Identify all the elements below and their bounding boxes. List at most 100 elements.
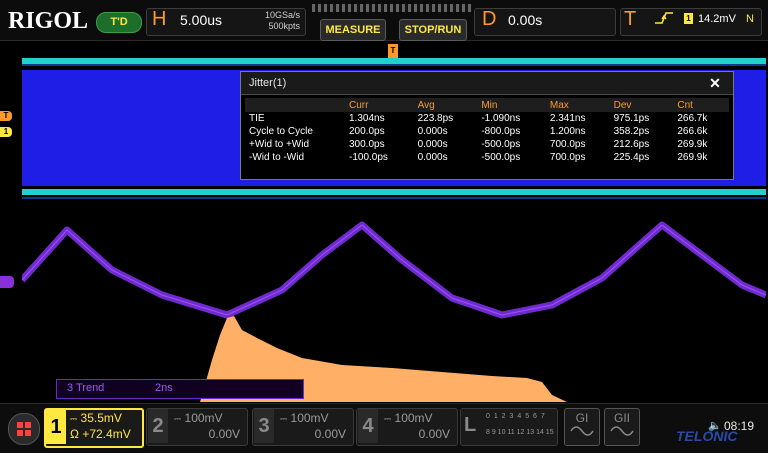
jitter-cell: -1.090ns <box>481 113 521 124</box>
jitter-column-header: Max <box>545 98 610 112</box>
jitter-column-header: Curr <box>345 98 414 112</box>
brand-logo: RIGOL <box>8 8 89 34</box>
trigger-position-indicator <box>312 4 472 12</box>
jitter-column-header: Min <box>477 98 546 112</box>
trigger-label: T <box>624 8 637 30</box>
jitter-cell: 1.304ns <box>349 113 385 124</box>
jitter-table-header: Curr Avg Min Max Dev Cnt <box>245 98 729 112</box>
delay-label: D <box>482 8 497 30</box>
stop-run-button[interactable]: STOP/RUN <box>399 19 467 41</box>
close-icon[interactable]: ✕ <box>707 75 723 91</box>
jitter-cell: -100.0ps <box>349 152 388 163</box>
jitter-cell: 700.0ps <box>549 139 586 150</box>
logic-channels-high: 8 9 10 11 12 13 14 15 <box>486 429 554 436</box>
impedance-icon: Ω <box>70 427 79 441</box>
horizontal-label: H <box>152 8 167 30</box>
jitter-cell: 975.1ps <box>613 113 650 124</box>
trend-waveform <box>22 221 766 402</box>
jitter-table-body: TIE 1.304ns 223.8ps -1.090ns 2.341ns 975.1ps 2… <box>245 112 729 164</box>
jitter-cell: -500.0ps <box>481 152 521 163</box>
logic-label: L <box>464 414 477 436</box>
acquisition-info: 10GSa/s 500kpts <box>250 10 300 32</box>
timebase-value: 5.00us <box>180 12 223 28</box>
jitter-column-header: Avg <box>413 98 478 112</box>
trigger-mode: N <box>746 13 754 25</box>
jitter-column-header: Dev <box>609 98 674 112</box>
jitter-cell: 700.0ps <box>549 152 586 163</box>
rising-edge-icon <box>654 10 674 29</box>
channel4-offset: 0.00V <box>418 427 450 441</box>
sample-rate: 10GSa/s <box>264 10 300 20</box>
channel1-offset: Ω +72.4mV <box>70 427 131 441</box>
channel1-offset-marker[interactable]: 1 <box>0 127 12 137</box>
jitter-cell: -500.0ps <box>481 139 521 150</box>
trigger-position-marker[interactable]: T <box>388 44 398 58</box>
channel4-scale: ⎓ 100mV <box>384 411 433 425</box>
jitter-row-label: -Wid to -Wid <box>249 152 304 163</box>
jitter-cell: 0.000s <box>417 139 448 150</box>
generator2-button[interactable]: GII <box>604 408 640 446</box>
sine-wave-icon <box>570 426 594 436</box>
jitter-cell: 269.9k <box>677 139 708 150</box>
main-menu-button[interactable] <box>8 413 40 445</box>
channel3-number: 3 <box>254 409 274 443</box>
channel1-scale: ⎓ 35.5mV <box>70 411 122 425</box>
generator1-button[interactable]: GI <box>564 408 600 446</box>
digital-trace-upper-shadow <box>22 64 766 66</box>
jitter-row-label: +Wid to +Wid <box>249 139 310 150</box>
sine-wave-icon <box>610 426 634 436</box>
jitter-title: Jitter(1) <box>249 77 287 89</box>
jitter-table: Curr Avg Min Max Dev Cnt TIE 1.304ns 223.8ps -1.… <box>245 98 729 164</box>
trend-scale: 2ns <box>155 382 173 394</box>
jitter-row: +Wid to +Wid 300.0ps 0.000s -500.0ps 700.0ps… <box>245 138 729 151</box>
trend-label-box[interactable]: 3 Trend 2ns <box>56 379 304 399</box>
jitter-cell: 212.6ps <box>613 139 650 150</box>
jitter-title-bar[interactable] <box>241 72 733 95</box>
jitter-row: TIE 1.304ns 223.8ps -1.090ns 2.341ns 975.1ps 2… <box>245 112 729 125</box>
channel1-scale-value: 35.5mV <box>80 411 122 425</box>
channel2-number: 2 <box>148 409 168 443</box>
jitter-row: -Wid to -Wid -100.0ps 0.000s -500.0ps 700.0p… <box>245 151 729 164</box>
trend-trace <box>22 221 766 319</box>
trend-name: 3 Trend <box>67 382 105 394</box>
jitter-measurement-window[interactable]: Jitter(1) ✕ Curr Avg Min Max Dev Cnt TIE 1.304… <box>240 71 734 180</box>
channel3-scale: ⎓ 100mV <box>280 411 329 425</box>
trend-offset-marker[interactable] <box>0 276 14 288</box>
logic-channels-low: 0 1 2 3 4 5 6 7 <box>486 413 546 420</box>
digital-trace-lower-edge <box>22 189 766 195</box>
jitter-row: Cycle to Cycle 200.0ps 0.000s -800.0ps 1.200… <box>245 125 729 138</box>
dc-coupling-icon: ⎓ <box>70 414 78 424</box>
channel4-number: 4 <box>358 409 378 443</box>
memory-depth: 500kpts <box>268 21 300 31</box>
trigger-level: 14.2mV <box>698 13 736 25</box>
delay-value: 0.00s <box>508 12 543 28</box>
jitter-cell: 358.2ps <box>613 126 650 137</box>
jitter-cell: 1.200ns <box>549 126 586 137</box>
measure-button[interactable]: MEASURE <box>320 19 386 41</box>
generator2-label: GII <box>613 411 630 425</box>
jitter-cell: 0.000s <box>417 152 448 163</box>
generator1-label: GI <box>575 411 589 425</box>
jitter-cell: 2.341ns <box>549 113 586 124</box>
channel1-offset-value: +72.4mV <box>82 427 131 441</box>
jitter-cell: 266.7k <box>677 113 708 124</box>
grid-menu-icon <box>17 422 31 436</box>
jitter-cell: -800.0ps <box>481 126 521 137</box>
channel2-offset: 0.00V <box>208 427 240 441</box>
channel1-number: 1 <box>46 410 66 444</box>
digital-trace-lower-shadow <box>22 197 766 199</box>
jitter-cell: 266.6k <box>677 126 708 137</box>
channel2-scale: ⎓ 100mV <box>174 411 223 425</box>
jitter-column-header: Cnt <box>673 98 729 112</box>
run-state-badge[interactable]: T'D <box>96 12 142 33</box>
channel3-offset: 0.00V <box>314 427 346 441</box>
jitter-cell: 200.0ps <box>349 126 385 137</box>
jitter-row-label: Cycle to Cycle <box>249 126 313 137</box>
jitter-column-header <box>245 98 345 112</box>
jitter-row-label: TIE <box>249 113 265 124</box>
clock: 08:19 <box>724 419 755 433</box>
jitter-cell: 223.8ps <box>417 113 454 124</box>
jitter-cell: 225.4ps <box>613 152 650 163</box>
trigger-level-marker[interactable]: T <box>0 111 12 121</box>
jitter-cell: 300.0ps <box>349 139 385 150</box>
